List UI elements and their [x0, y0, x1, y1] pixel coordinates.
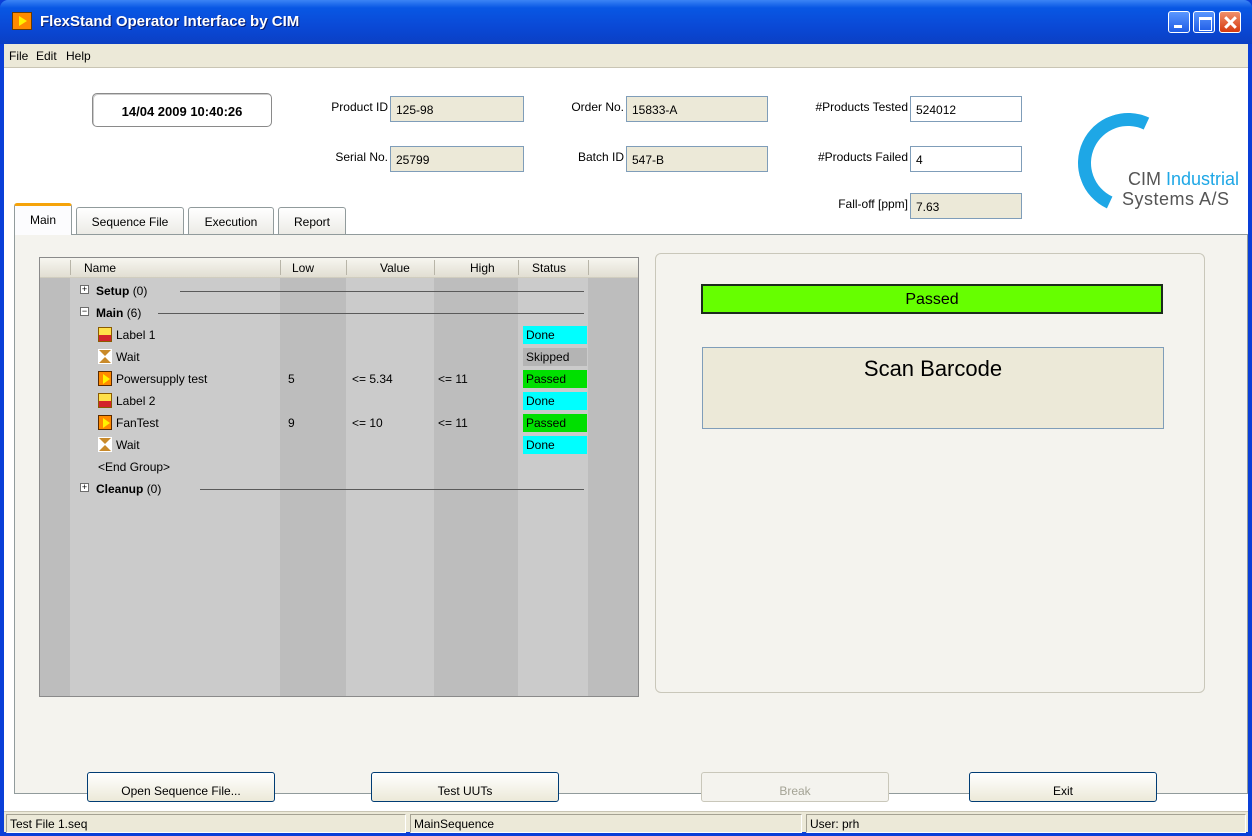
menu-edit[interactable]: Edit [36, 49, 57, 63]
label-icon [98, 393, 112, 408]
menu-bar: File Edit Help [4, 44, 1248, 68]
hourglass-icon [98, 437, 112, 452]
step-name: Powersupply test [116, 372, 208, 386]
step-row[interactable]: Label 1 Done [40, 324, 638, 346]
close-button[interactable] [1219, 11, 1241, 33]
batch-id-label: Batch ID [577, 150, 624, 164]
expand-icon[interactable]: + [80, 483, 89, 492]
window-title: FlexStand Operator Interface by CIM [40, 13, 300, 30]
tab-report[interactable]: Report [278, 207, 346, 234]
group-count: (0) [132, 284, 148, 298]
order-no-field: 15833-A [626, 96, 768, 122]
status-sequence: MainSequence [410, 814, 802, 833]
step-low: 9 [288, 416, 295, 430]
step-value: <= 5.34 [352, 372, 393, 386]
end-group-label: <End Group> [98, 460, 171, 474]
collapse-icon[interactable]: − [80, 307, 89, 316]
test-uuts-button[interactable]: Test UUTs [371, 772, 559, 802]
tab-execution[interactable]: Execution [188, 207, 274, 234]
product-id-field: 125-98 [390, 96, 524, 122]
menu-file[interactable]: File [9, 49, 28, 63]
step-status-badge: Skipped [523, 348, 587, 366]
test-result-indicator: Passed [701, 284, 1163, 314]
products-tested-label: #Products Tested [815, 100, 908, 114]
tab-sequence-file[interactable]: Sequence File [76, 207, 184, 234]
tab-strip: Main Sequence File Execution Report [12, 203, 1248, 235]
action-icon [98, 371, 112, 386]
action-icon [98, 415, 112, 430]
status-bar: Test File 1.seq MainSequence User: prh [4, 811, 1248, 833]
step-row[interactable]: Powersupply test 5 <= 5.34 <= 11 Passed [40, 368, 638, 390]
expand-icon[interactable]: + [80, 285, 89, 294]
title-bar[interactable]: FlexStand Operator Interface by CIM [0, 0, 1252, 44]
tree-header: Name Low Value High Status [40, 258, 638, 278]
maximize-button[interactable] [1193, 11, 1215, 33]
status-file: Test File 1.seq [6, 814, 406, 833]
tree-group-main[interactable]: − Main (6) [40, 302, 638, 324]
column-header-status[interactable]: Status [532, 261, 566, 275]
step-row[interactable]: Wait Skipped [40, 346, 638, 368]
column-header-name[interactable]: Name [84, 261, 116, 275]
group-count: (6) [126, 306, 142, 320]
serial-no-label: Serial No. [335, 150, 388, 164]
step-status-badge: Passed [523, 370, 587, 388]
end-group-row[interactable]: <End Group> [40, 456, 638, 478]
client-area: File Edit Help 14/04 2009 10:40:26 Produ… [4, 44, 1248, 833]
step-value: <= 10 [352, 416, 383, 430]
group-name: Setup [96, 284, 130, 298]
column-header-high[interactable]: High [470, 261, 495, 275]
group-name: Main [96, 306, 124, 320]
tree-group-setup[interactable]: + Setup (0) [40, 280, 638, 302]
step-name: Label 1 [116, 328, 156, 342]
products-failed-field: 4 [910, 146, 1022, 172]
step-row[interactable]: FanTest 9 <= 10 <= 11 Passed [40, 412, 638, 434]
group-name: Cleanup [96, 482, 144, 496]
product-id-label: Product ID [331, 100, 388, 114]
hourglass-icon [98, 349, 112, 364]
step-low: 5 [288, 372, 295, 386]
products-tested-field: 524012 [910, 96, 1022, 122]
main-area: 14/04 2009 10:40:26 Product ID 125-98 Se… [4, 69, 1248, 802]
result-panel: Passed Scan Barcode [655, 253, 1205, 693]
exit-button[interactable]: Exit [969, 772, 1157, 802]
break-button[interactable]: Break [701, 772, 889, 802]
step-status-badge: Done [523, 392, 587, 410]
order-no-label: Order No. [571, 100, 624, 114]
minimize-button[interactable] [1168, 11, 1190, 33]
tab-main[interactable]: Main [14, 203, 72, 235]
status-user: User: prh [806, 814, 1246, 833]
tree-group-cleanup[interactable]: + Cleanup (0) [40, 478, 638, 500]
step-row[interactable]: Wait Done [40, 434, 638, 456]
app-icon [12, 12, 32, 30]
column-header-value[interactable]: Value [380, 261, 410, 275]
step-status-badge: Passed [523, 414, 587, 432]
menu-help[interactable]: Help [66, 49, 91, 63]
logo-text-industrial: Industrial [1161, 169, 1240, 189]
label-icon [98, 327, 112, 342]
step-status-badge: Done [523, 436, 587, 454]
logo-text-cim: CIM [1128, 169, 1161, 189]
step-name: Label 2 [116, 394, 156, 408]
sequence-tree-view[interactable]: Name Low Value High Status + Setup (0) −… [39, 257, 639, 697]
step-high: <= 11 [438, 416, 468, 430]
datetime-display: 14/04 2009 10:40:26 [92, 93, 272, 127]
products-failed-label: #Products Failed [817, 150, 908, 164]
serial-no-field: 25799 [390, 146, 524, 172]
step-high: <= 11 [438, 372, 468, 386]
main-tab-panel: Name Low Value High Status + Setup (0) −… [14, 234, 1248, 802]
operator-prompt: Scan Barcode [702, 347, 1164, 429]
application-window: FlexStand Operator Interface by CIM File… [0, 0, 1252, 836]
step-name: FanTest [116, 416, 159, 430]
step-row[interactable]: Label 2 Done [40, 390, 638, 412]
step-name: Wait [116, 438, 140, 452]
batch-id-field: 547-B [626, 146, 768, 172]
open-sequence-file-button[interactable]: Open Sequence File... [87, 772, 275, 802]
step-name: Wait [116, 350, 140, 364]
column-header-low[interactable]: Low [292, 261, 314, 275]
step-status-badge: Done [523, 326, 587, 344]
group-count: (0) [146, 482, 162, 496]
